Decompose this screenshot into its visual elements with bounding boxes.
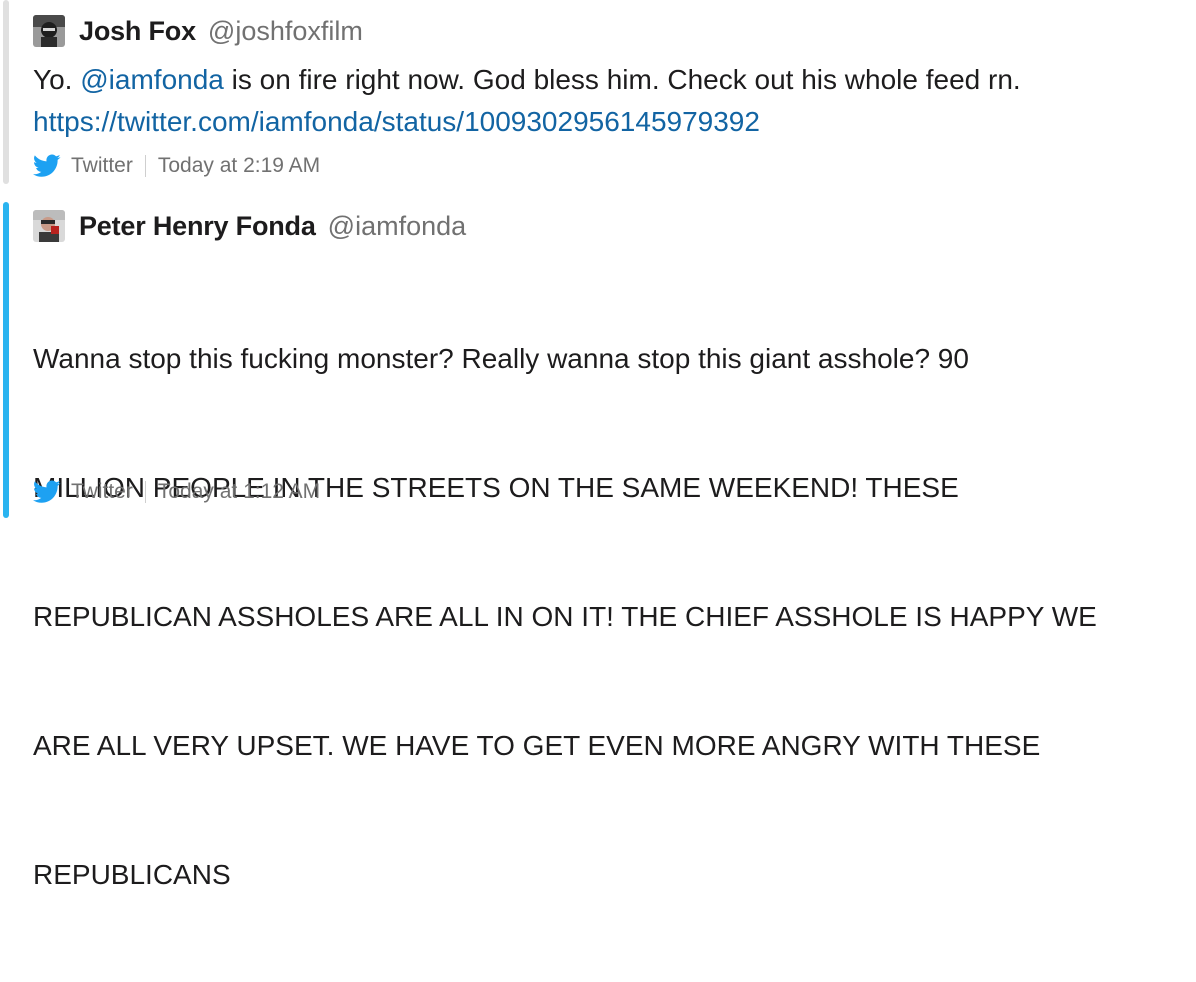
- attachment-accent-bar: [3, 0, 9, 184]
- author-handle[interactable]: @iamfonda: [328, 211, 466, 242]
- mention-link[interactable]: @iamfonda: [80, 64, 224, 95]
- footer-divider: [144, 155, 146, 177]
- tweet-attachment-2: Peter Henry Fonda @iamfonda Wanna stop t…: [0, 196, 1196, 890]
- tweet-author: Josh Fox @joshfoxfilm: [33, 15, 363, 47]
- attachment-accent-bar: [3, 202, 9, 518]
- user-avatar-icon: [33, 210, 65, 242]
- tweet-text-line: REPUBLICAN ASSHOLES ARE ALL IN ON IT! TH…: [33, 601, 1097, 632]
- avatar-peter-henry-fonda[interactable]: [33, 210, 65, 242]
- author-name[interactable]: Josh Fox: [79, 16, 196, 47]
- tweet-attachment-1: Josh Fox @joshfoxfilm Yo. @iamfonda is o…: [0, 0, 1196, 190]
- twitter-bird-icon: [33, 154, 61, 177]
- author-name[interactable]: Peter Henry Fonda: [79, 211, 316, 242]
- author-handle[interactable]: @joshfoxfilm: [208, 16, 363, 47]
- footer-source: Twitter: [71, 480, 133, 503]
- tweet-text-line: ARE ALL VERY UPSET. WE HAVE TO GET EVEN …: [33, 730, 1041, 761]
- avatar-josh-fox[interactable]: [33, 15, 65, 47]
- footer-source: Twitter: [71, 154, 133, 177]
- attachment-footer: Twitter Today at 1:12 AM: [33, 480, 320, 504]
- footer-timestamp[interactable]: Today at 2:19 AM: [158, 154, 320, 178]
- tweet-text: Yo. @iamfonda is on fire right now. God …: [33, 58, 1153, 101]
- user-avatar-icon: [33, 15, 65, 47]
- tweet-url-line: https://twitter.com/iamfonda/status/1009…: [33, 100, 1153, 143]
- footer-timestamp[interactable]: Today at 1:12 AM: [158, 480, 320, 504]
- tweet-url-link[interactable]: https://twitter.com/iamfonda/status/1009…: [33, 106, 760, 137]
- tweet-text-suffix: is on fire right now. God bless him. Che…: [223, 64, 1021, 95]
- tweet-text-line: Wanna stop this fucking monster? Really …: [33, 343, 969, 374]
- tweet-author: Peter Henry Fonda @iamfonda: [33, 210, 466, 242]
- tweet-text-prefix: Yo.: [33, 64, 81, 95]
- attachment-footer: Twitter Today at 2:19 AM: [33, 154, 320, 178]
- tweet-text: Wanna stop this fucking monster? Really …: [33, 251, 1153, 982]
- twitter-bird-icon: [33, 480, 61, 503]
- footer-divider: [144, 481, 146, 503]
- tweet-text-line: REPUBLICANS: [33, 859, 231, 890]
